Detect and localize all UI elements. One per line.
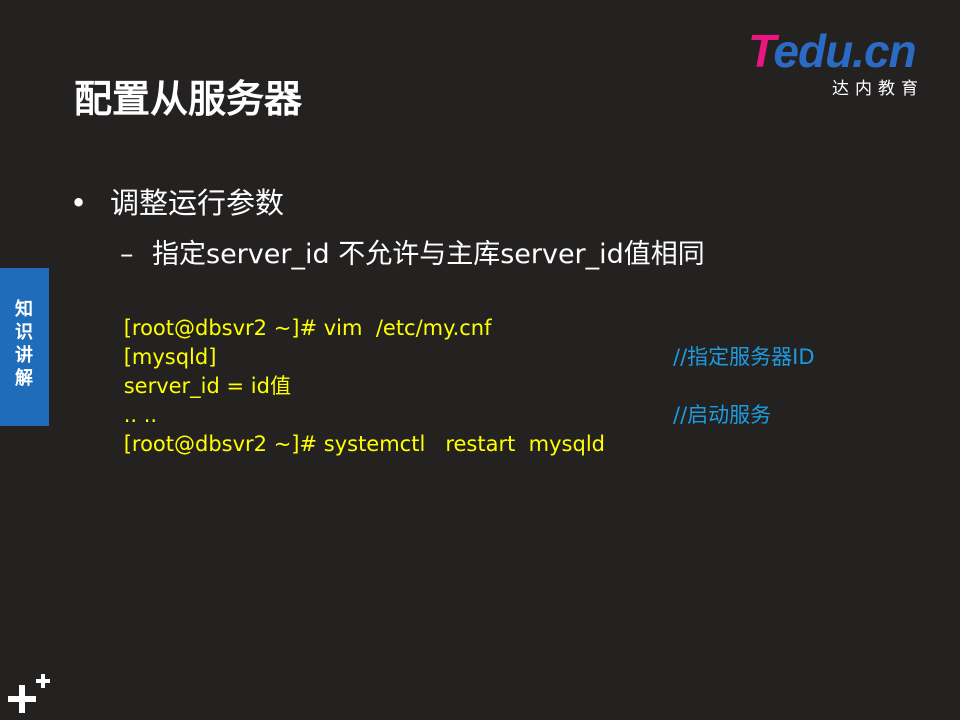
bullet-item: • 调整运行参数 (70, 180, 284, 222)
tedu-logo: Tedu.cn 达内教育 (748, 25, 928, 99)
sub-bullet-dash: – (120, 239, 134, 270)
code-comment: //指定服务器ID (673, 345, 815, 369)
code-block: [root@dbsvr2 ~]# vim /etc/my.cnf [mysqld… (97, 285, 857, 456)
plus-icon (8, 674, 50, 713)
logo-wordmark: Tedu.cn (748, 25, 917, 77)
code-line: .. .. (97, 372, 857, 427)
logo-wordmark-rest: edu.cn (773, 25, 916, 77)
sub-bullet-text: 指定server_id 不允许与主库server_id值相同 (152, 239, 705, 270)
bullet-text: 调整运行参数 (110, 186, 285, 220)
side-tab: 知识讲解 (0, 268, 49, 426)
code-line: [mysqld] (97, 314, 857, 369)
slide-title: 配置从服务器 (74, 77, 303, 121)
code-comment: //启动服务 (673, 403, 772, 427)
code-line: [root@dbsvr2 ~]# vim /etc/my.cnf (97, 285, 857, 340)
logo-tagline: 达内教育 (832, 79, 924, 99)
sub-bullet-item: – 指定server_id 不允许与主库server_id值相同 (120, 232, 705, 271)
logo-wordmark-t: T (748, 25, 774, 77)
side-tab-label: 知识讲解 (15, 299, 33, 389)
bullet-dot: • (70, 186, 88, 220)
code-command: [root@dbsvr2 ~]# systemctl restart mysql… (123, 432, 605, 456)
code-line: server_id = id值//指定服务器ID (97, 343, 857, 398)
code-line: [root@dbsvr2 ~]# systemctl restart mysql… (97, 401, 857, 456)
